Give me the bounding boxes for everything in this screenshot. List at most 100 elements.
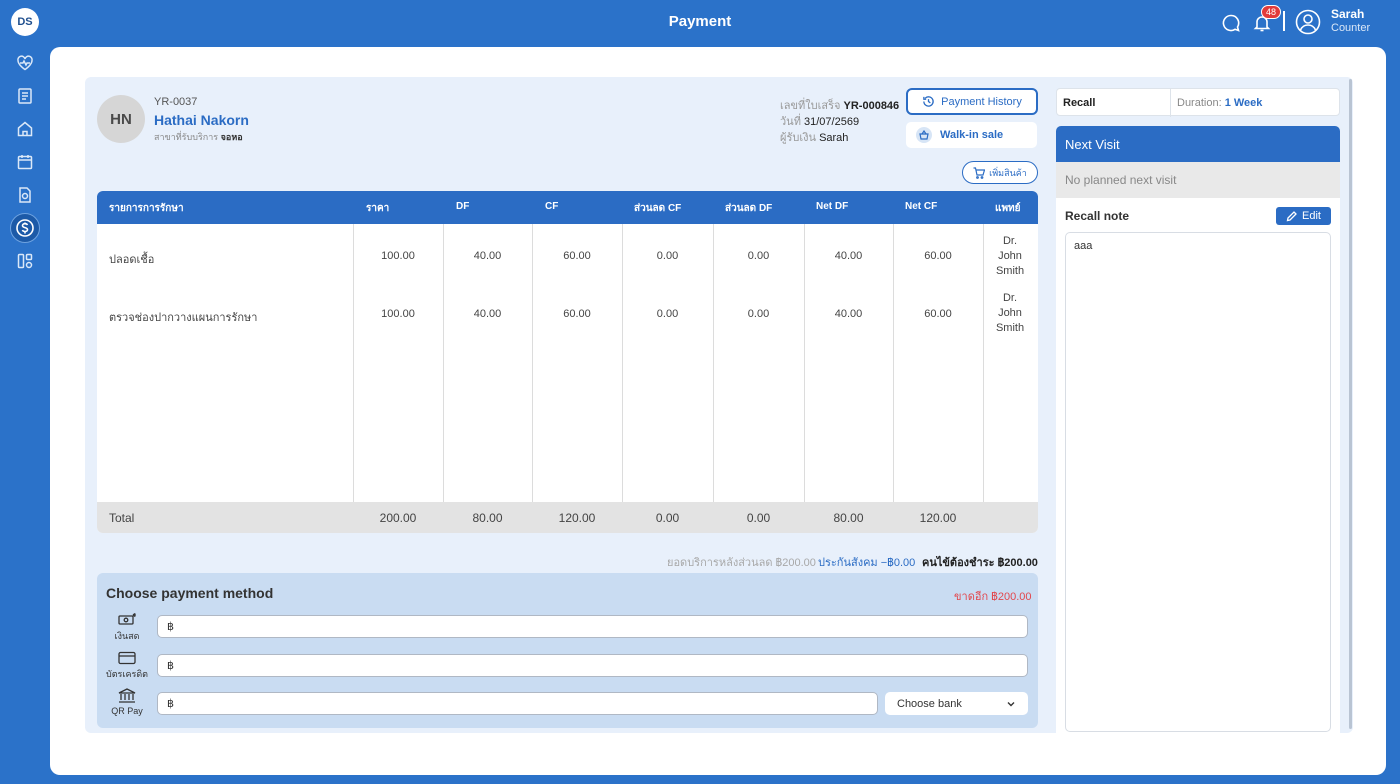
- row-doctor: Dr. John Smith: [995, 292, 1025, 334]
- row-price: 100.00: [381, 250, 415, 262]
- total-cf: 120.00: [558, 511, 596, 525]
- col-net-df: Net DF: [816, 201, 849, 212]
- treatment-table: รายการการรักษา ราคา DF CF ส่วนลด CF ส่วน…: [97, 191, 1038, 533]
- qr-pay-amount-input[interactable]: ฿: [157, 692, 878, 715]
- credit-card-amount-input[interactable]: ฿: [157, 654, 1028, 677]
- walk-in-label: Walk-in sale: [940, 129, 1004, 141]
- row-discount-cf: 0.00: [656, 250, 679, 262]
- recall-note-title: Recall note: [1065, 209, 1130, 223]
- patient-avatar: HN: [97, 95, 145, 143]
- recall-bar[interactable]: Recall Duration: 1 Week: [1056, 88, 1340, 117]
- scrollbar[interactable]: [1349, 79, 1352, 729]
- user-avatar-icon[interactable]: [1295, 9, 1321, 35]
- add-product-button[interactable]: เพิ่มสินค้า: [962, 161, 1038, 184]
- chevron-down-icon: [1007, 701, 1015, 706]
- pencil-icon: [1286, 210, 1297, 221]
- column-divider: [532, 224, 533, 502]
- payment-history-button[interactable]: Payment History: [906, 88, 1038, 115]
- row-discount-cf: 0.00: [656, 308, 679, 320]
- settings-grid-icon[interactable]: [12, 248, 38, 274]
- row-price: 100.00: [381, 308, 415, 320]
- total-df: 80.00: [472, 511, 503, 525]
- user-role: Counter: [1331, 22, 1371, 34]
- col-net-cf: Net CF: [905, 201, 938, 212]
- report-icon[interactable]: [12, 182, 38, 208]
- row-discount-df: 0.00: [747, 250, 770, 262]
- page-title: Payment: [668, 13, 732, 30]
- choose-bank-label: Choose bank: [897, 697, 962, 710]
- column-divider: [622, 224, 623, 502]
- row-net-cf: 60.00: [924, 308, 952, 320]
- patient-name[interactable]: Hathai Nakorn: [154, 112, 249, 128]
- row-net-cf: 60.00: [924, 250, 952, 262]
- document-icon[interactable]: [12, 83, 38, 109]
- row-cf: 60.00: [563, 250, 591, 262]
- cash-icon: [118, 612, 136, 625]
- history-icon: [923, 96, 934, 107]
- col-df: DF: [456, 201, 470, 212]
- table-header: รายการการรักษา ราคา DF CF ส่วนลด CF ส่วน…: [97, 191, 1038, 224]
- user-name[interactable]: Sarah: [1331, 7, 1364, 21]
- row-item: ตรวจช่องปากวางแผนการรักษา: [109, 312, 258, 324]
- column-divider: [713, 224, 714, 502]
- cash-method: เงินสด: [106, 612, 148, 643]
- row-discount-df: 0.00: [747, 308, 770, 320]
- qr-pay-method: QR Pay: [106, 688, 148, 716]
- col-discount-cf: ส่วนลด CF: [634, 203, 682, 214]
- col-doctor: แพทย์: [995, 203, 1021, 214]
- top-bar: DS Payment 48 Sarah Counter: [0, 0, 1400, 46]
- cash-amount-input[interactable]: ฿: [157, 615, 1028, 638]
- total-net-cf: 120.00: [919, 511, 957, 525]
- col-treatment: รายการการรักษา: [109, 203, 184, 214]
- payment-method-title: Choose payment method: [106, 585, 274, 601]
- app-logo[interactable]: DS: [11, 8, 39, 36]
- row-cf: 60.00: [563, 308, 591, 320]
- total-discount-cf: 0.00: [655, 511, 680, 525]
- recall-label: Recall: [1063, 97, 1096, 109]
- remaining-amount: ขาดอีก ฿200.00: [954, 591, 1032, 603]
- receipt-cashier: ผู้รับเงิน Sarah: [780, 132, 849, 144]
- total-price: 200.00: [379, 511, 417, 525]
- credit-card-icon: [118, 651, 136, 665]
- row-df: 40.00: [473, 308, 502, 320]
- divider: [1170, 89, 1171, 117]
- total-label: Total: [109, 511, 135, 525]
- health-icon[interactable]: [12, 50, 38, 76]
- next-visit-value: No planned next visit: [1056, 162, 1340, 198]
- patient-pays-amount: คนไข้ต้องชำระ ฿200.00: [922, 557, 1038, 569]
- recall-duration: Duration: 1 Week: [1177, 97, 1263, 109]
- col-discount-df: ส่วนลด DF: [725, 203, 773, 214]
- col-price: ราคา: [366, 203, 390, 214]
- column-divider: [443, 224, 444, 502]
- edit-label: Edit: [1302, 210, 1321, 222]
- chat-icon[interactable]: [1219, 11, 1243, 35]
- patient-id: YR-0037: [154, 96, 198, 108]
- edit-note-button[interactable]: Edit: [1276, 207, 1331, 225]
- row-item: ปลอดเชื้อ: [109, 254, 155, 266]
- column-divider: [893, 224, 894, 502]
- row-net-df: 40.00: [834, 250, 863, 262]
- divider: [1283, 11, 1285, 31]
- next-visit-title: Next Visit: [1056, 126, 1340, 162]
- home-icon[interactable]: [12, 116, 38, 142]
- bank-icon: [118, 688, 136, 703]
- table-total-row: Total 200.00 80.00 120.00 0.00 0.00 80.0…: [97, 502, 1038, 533]
- choose-bank-select[interactable]: Choose bank: [885, 692, 1028, 715]
- total-net-df: 80.00: [833, 511, 864, 525]
- col-cf: CF: [545, 201, 559, 212]
- walk-in-sale-button[interactable]: Walk-in sale: [906, 122, 1037, 148]
- insurance-amount: ประกันสังคม −฿0.00: [818, 557, 916, 569]
- column-divider: [353, 224, 354, 502]
- column-divider: [804, 224, 805, 502]
- recall-note-textarea[interactable]: aaa: [1065, 232, 1331, 732]
- row-df: 40.00: [473, 250, 502, 262]
- calendar-icon[interactable]: [12, 149, 38, 175]
- payment-icon[interactable]: [10, 213, 40, 243]
- notification-badge: 48: [1261, 5, 1282, 19]
- basket-icon: [916, 127, 932, 143]
- payment-history-label: Payment History: [941, 95, 1022, 108]
- row-doctor: Dr. John Smith: [995, 235, 1025, 277]
- add-product-label: เพิ่มสินค้า: [989, 167, 1027, 178]
- total-discount-df: 0.00: [746, 511, 771, 525]
- after-discount-amount: ยอดบริการหลังส่วนลด ฿200.00: [667, 557, 816, 569]
